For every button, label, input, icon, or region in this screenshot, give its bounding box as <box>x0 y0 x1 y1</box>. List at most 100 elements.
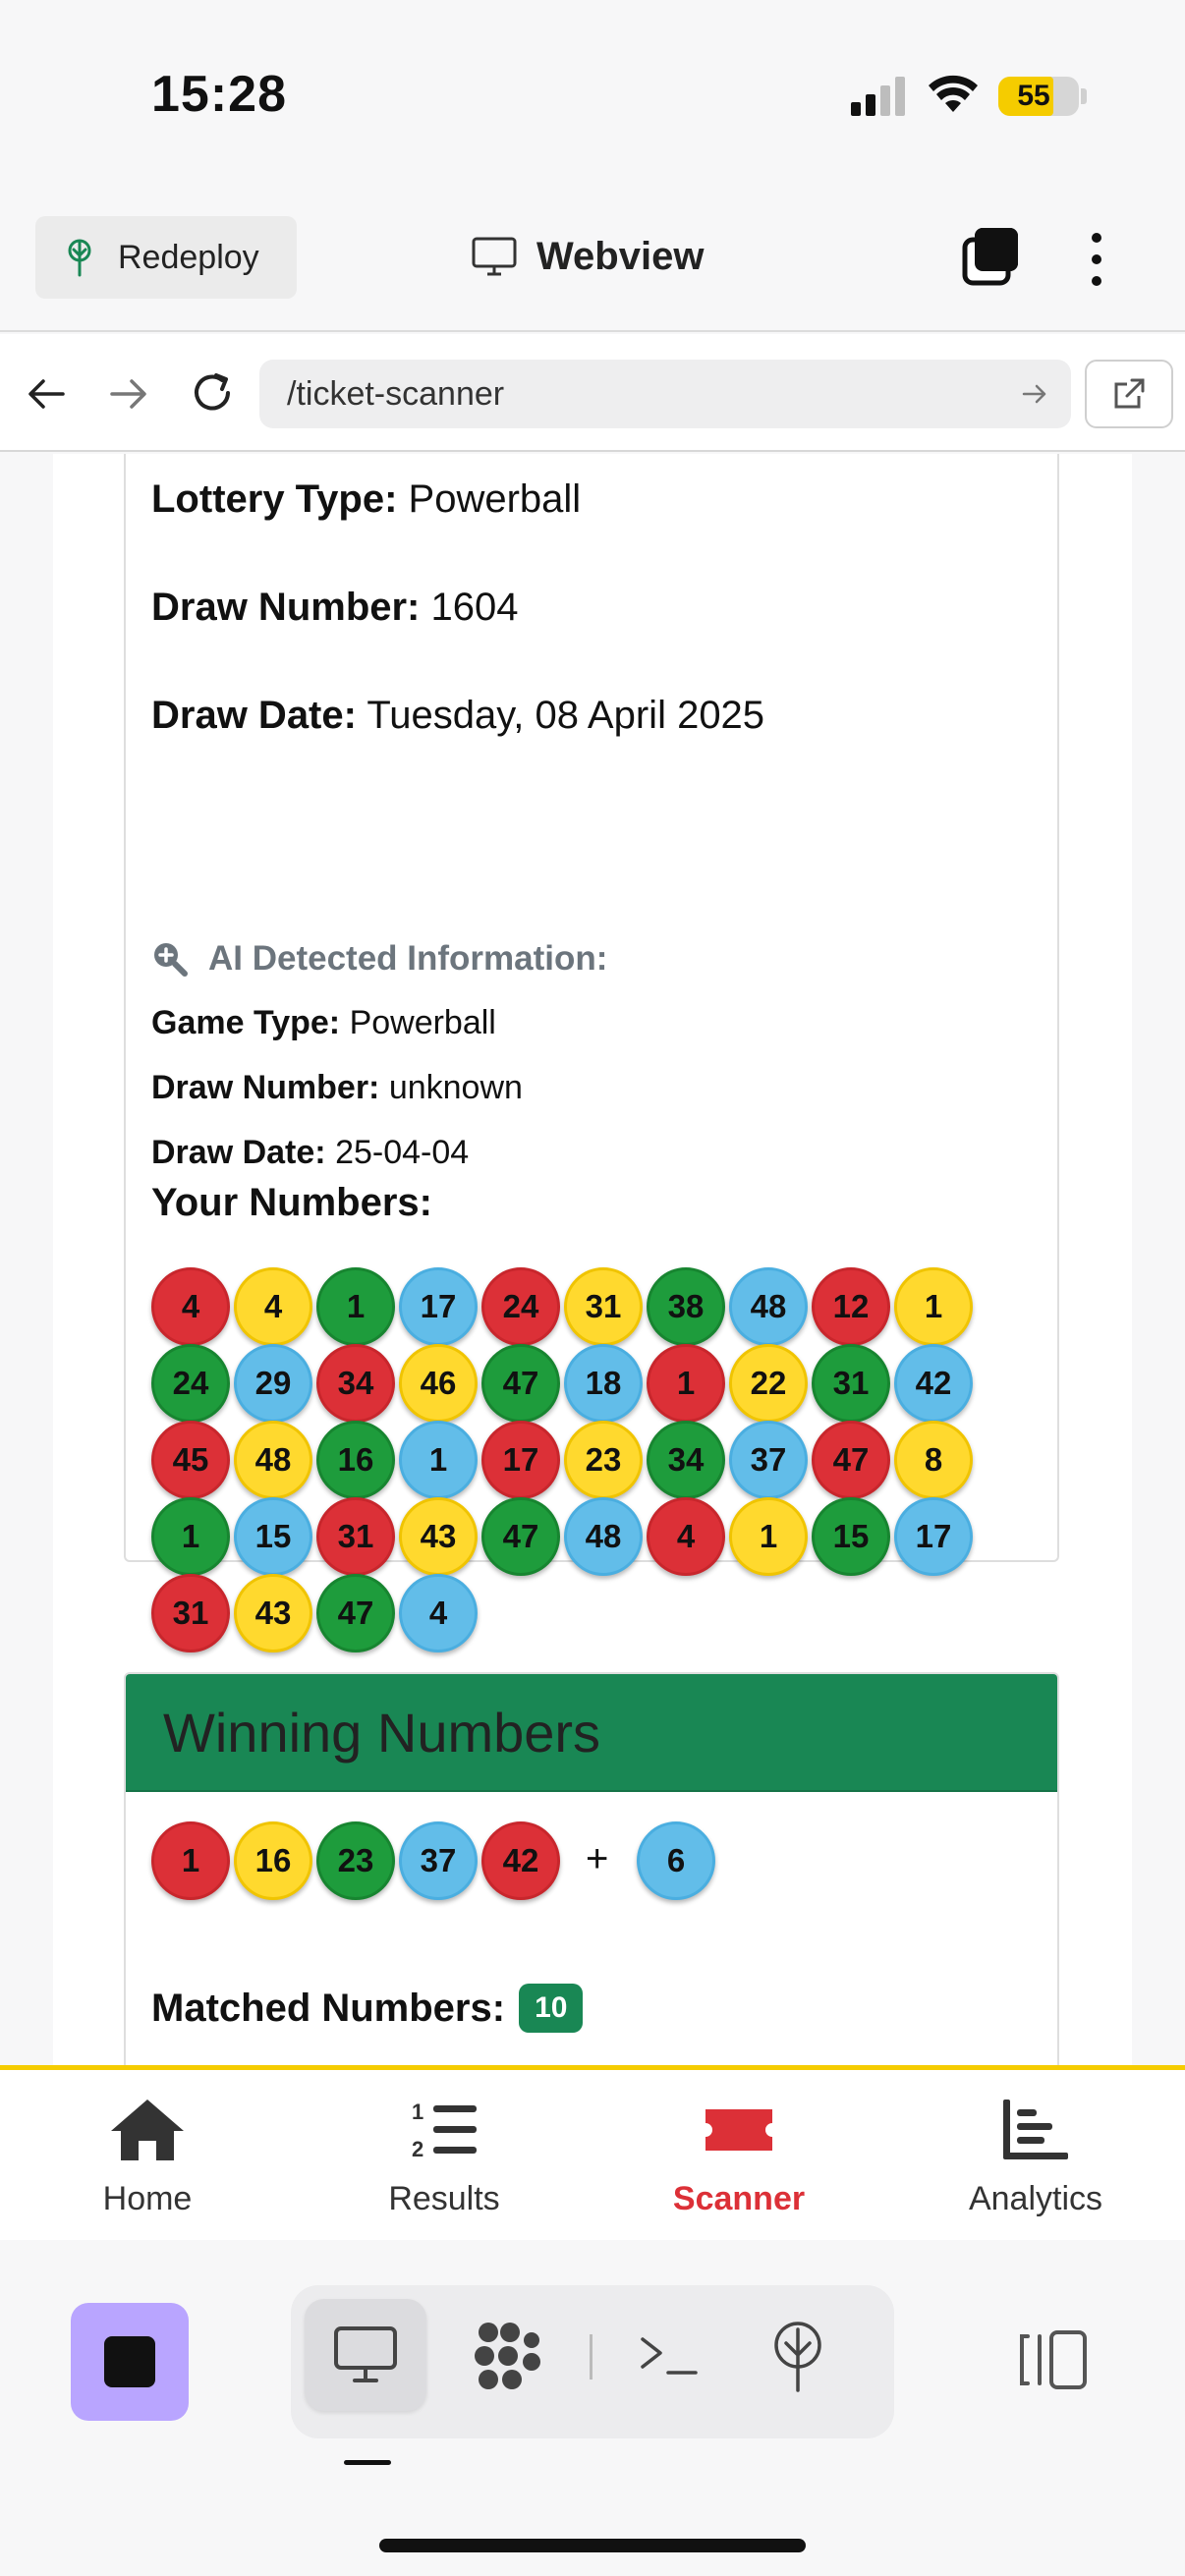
number-ball: 48 <box>234 1421 312 1499</box>
number-ball: 37 <box>729 1421 808 1499</box>
more-vertical-icon[interactable] <box>1077 230 1116 289</box>
number-ball: 1 <box>151 1497 230 1576</box>
number-ball: 1 <box>316 1267 395 1346</box>
webview-title: Webview <box>472 224 704 289</box>
home-icon <box>111 2100 184 2160</box>
number-ball: 47 <box>316 1574 395 1652</box>
url-bar: /ticket-scanner <box>0 334 1185 452</box>
open-external-button[interactable] <box>1085 360 1173 428</box>
nav-scanner-label: Scanner <box>672 2180 806 2217</box>
winning-ball: 37 <box>399 1821 478 1900</box>
draw-number-row: Draw Number: 1604 <box>151 586 519 630</box>
stop-button[interactable] <box>71 2303 189 2421</box>
nav-analytics[interactable]: Analytics <box>888 2098 1183 2218</box>
number-ball: 18 <box>564 1344 643 1423</box>
winning-numbers-title: Winning Numbers <box>126 1674 1057 1792</box>
monitor-icon <box>334 2326 397 2382</box>
view-switcher <box>291 2285 894 2438</box>
number-ball: 23 <box>564 1421 643 1499</box>
cellular-signal-icon <box>851 77 905 116</box>
nav-analytics-label: Analytics <box>968 2180 1103 2217</box>
number-ball: 17 <box>894 1497 973 1576</box>
winning-ball: 16 <box>234 1821 312 1900</box>
nav-results[interactable]: 1 2 Results <box>297 2098 592 2218</box>
number-ball: 1 <box>729 1497 808 1576</box>
matched-numbers-row: Matched Numbers: 10 <box>151 1984 584 2033</box>
tabs-icon[interactable] <box>961 226 1022 287</box>
external-link-icon <box>1114 378 1145 409</box>
deploy-tab[interactable] <box>749 2307 847 2405</box>
home-indicator <box>379 2539 806 2552</box>
ticket-details-card: Lottery Type: Powerball Draw Number: 160… <box>124 454 1059 1652</box>
url-text: /ticket-scanner <box>287 375 505 413</box>
winning-ball: 42 <box>481 1821 560 1900</box>
number-ball: 12 <box>812 1267 890 1346</box>
back-arrow-icon[interactable] <box>26 373 67 415</box>
number-ball: 1 <box>894 1267 973 1346</box>
number-ball: 31 <box>151 1574 230 1652</box>
number-ball: 45 <box>151 1421 230 1499</box>
number-ball: 17 <box>399 1267 478 1346</box>
number-ball: 31 <box>812 1344 890 1423</box>
page-container: Lottery Type: Powerball Draw Number: 160… <box>53 454 1132 2065</box>
active-tab-indicator <box>344 2460 391 2465</box>
url-input[interactable]: /ticket-scanner <box>259 360 1071 428</box>
monitor-icon <box>472 237 517 276</box>
deploy-tree-icon <box>68 239 91 277</box>
ai-draw-number-row: Draw Number: unknown <box>151 1069 523 1107</box>
ai-draw-date-label: Draw Date: <box>151 1134 326 1171</box>
battery-icon: 55 <box>998 77 1079 116</box>
bar-chart-icon <box>1003 2100 1068 2159</box>
nav-scanner[interactable]: Scanner <box>592 2098 886 2218</box>
matched-count-badge: 10 <box>519 1984 584 2033</box>
number-ball: 31 <box>316 1497 395 1576</box>
number-ball: 22 <box>729 1344 808 1423</box>
ai-draw-number-label: Draw Number: <box>151 1069 380 1106</box>
ticket-icon <box>705 2109 772 2151</box>
reload-icon[interactable] <box>189 369 236 417</box>
bonus-plus-sign: + <box>586 1837 609 1880</box>
agent-tab[interactable] <box>464 2307 552 2405</box>
svg-text:2: 2 <box>412 2137 423 2161</box>
matched-numbers-label: Matched Numbers: <box>151 1986 506 2030</box>
number-ball: 42 <box>894 1344 973 1423</box>
ai-detected-heading: AI Detected Information: <box>151 939 607 979</box>
battery-level: 55 <box>1017 80 1050 112</box>
draw-date-value: Tuesday, 08 April 2025 <box>367 694 765 737</box>
ai-heading-text: AI Detected Information: <box>208 939 608 978</box>
bottom-navigation: Home 1 2 Results Scanner Analytics <box>0 2065 1185 2240</box>
number-ball: 48 <box>564 1497 643 1576</box>
number-ball: 43 <box>234 1574 312 1652</box>
nav-home[interactable]: Home <box>0 2098 295 2218</box>
status-time: 15:28 <box>151 66 287 123</box>
ai-draw-date-value: 25-04-04 <box>335 1134 470 1171</box>
number-ball: 34 <box>647 1421 725 1499</box>
deploy-icon <box>774 2322 821 2392</box>
shell-tab[interactable] <box>625 2307 713 2405</box>
number-ball: 17 <box>481 1421 560 1499</box>
redeploy-button[interactable]: Redeploy <box>35 216 297 299</box>
number-ball: 24 <box>481 1267 560 1346</box>
lottery-type-row: Lottery Type: Powerball <box>151 477 581 522</box>
number-ball: 16 <box>316 1421 395 1499</box>
your-numbers-label: Your Numbers: <box>151 1181 432 1224</box>
svg-text:1: 1 <box>412 2100 423 2124</box>
number-ball: 31 <box>564 1267 643 1346</box>
number-ball: 4 <box>151 1267 230 1346</box>
number-ball: 15 <box>812 1497 890 1576</box>
winning-ball: 1 <box>151 1821 230 1900</box>
status-bar: 15:28 55 <box>0 0 1185 196</box>
ai-draw-number-value: unknown <box>388 1069 523 1106</box>
number-ball: 4 <box>234 1267 312 1346</box>
go-arrow-icon[interactable] <box>1020 379 1049 409</box>
forward-arrow-icon[interactable] <box>108 373 149 415</box>
number-ball: 4 <box>647 1497 725 1576</box>
bonus-ball: 6 <box>637 1821 715 1900</box>
webview-title-text: Webview <box>536 234 705 278</box>
numbered-list-icon: 1 2 <box>412 2100 477 2161</box>
preview-tab[interactable] <box>305 2299 426 2411</box>
split-panel-icon[interactable] <box>1018 2328 1089 2391</box>
lottery-type-label: Lottery Type: <box>151 477 398 521</box>
wifi-icon <box>929 75 978 112</box>
number-ball: 47 <box>812 1421 890 1499</box>
